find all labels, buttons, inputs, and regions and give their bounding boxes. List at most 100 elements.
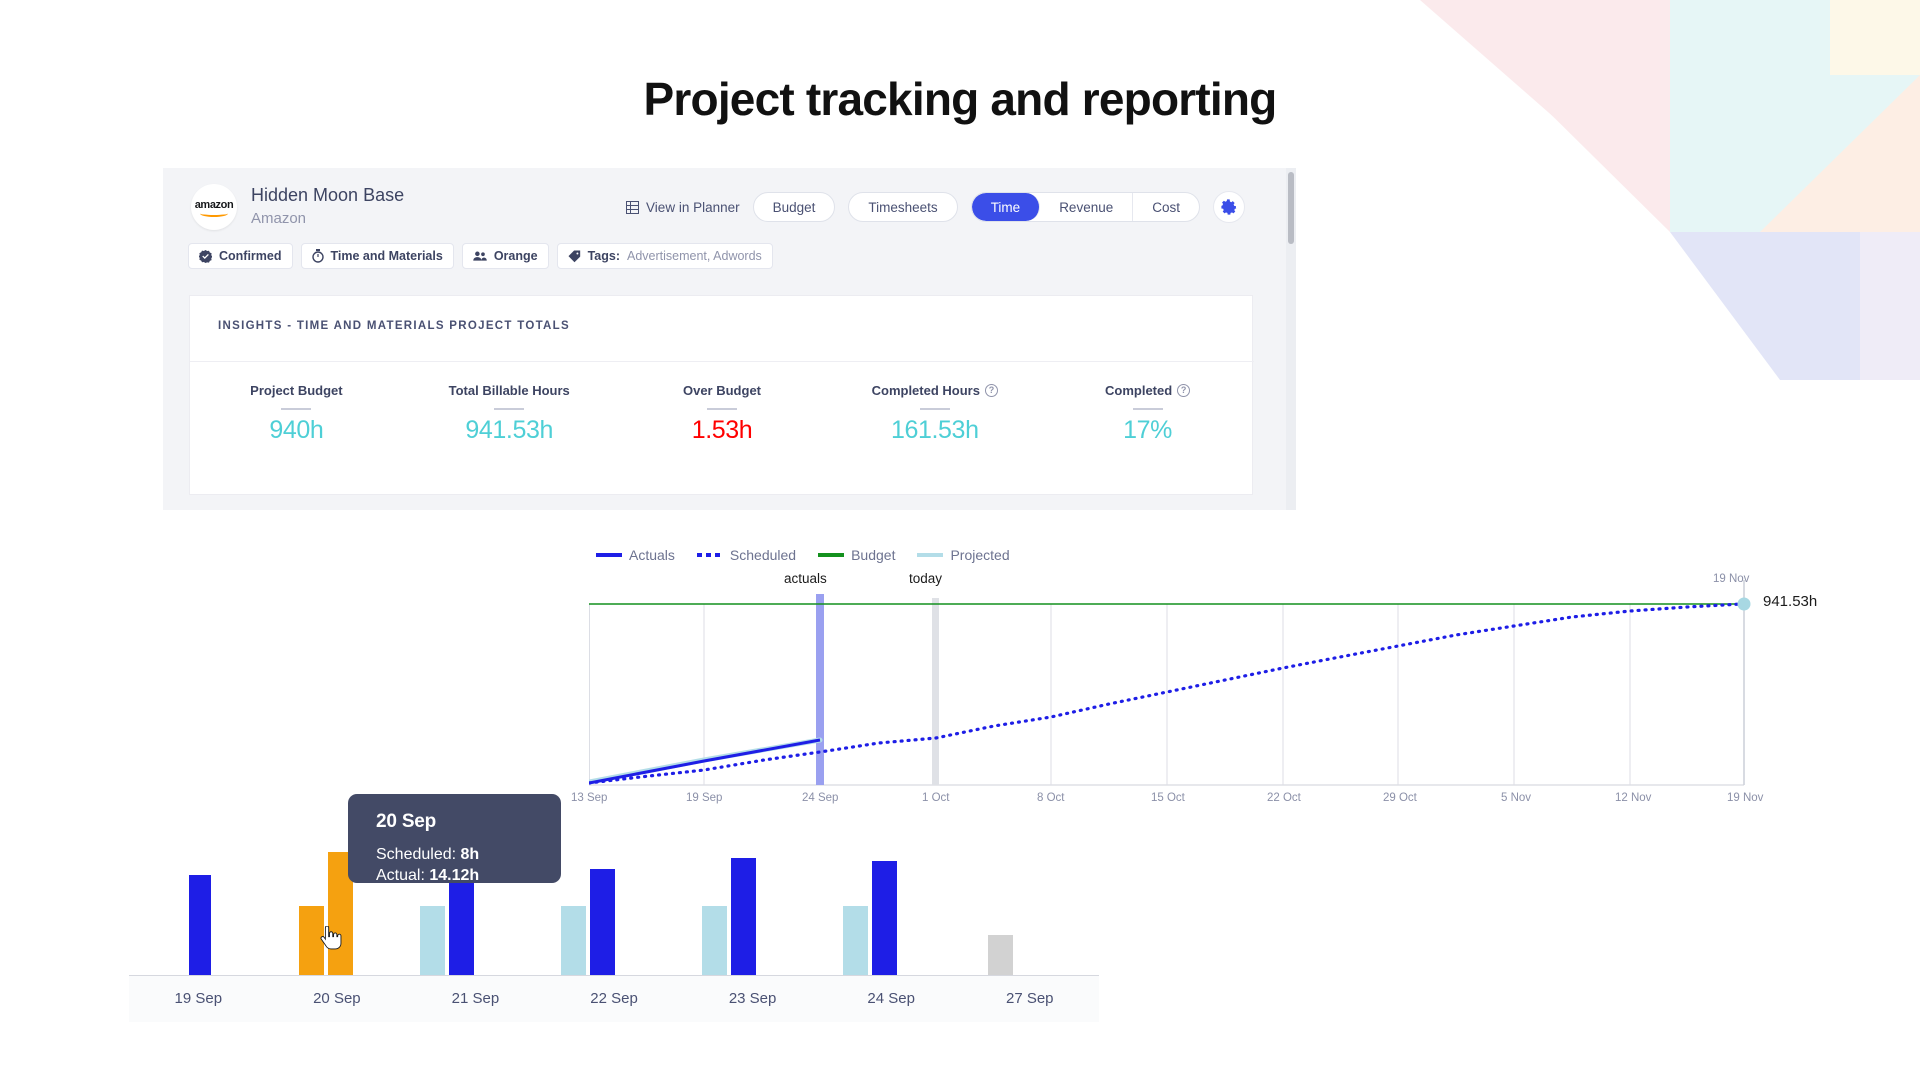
bar-actual-23-sep[interactable] <box>731 858 756 975</box>
metric-completed: Completed ? 17% <box>1041 382 1254 445</box>
burnup-tick-6: 22 Oct <box>1267 792 1301 804</box>
bar-actual-19-sep[interactable] <box>189 875 211 975</box>
insights-metrics-row: Project Budget 940h Total Billable Hours… <box>190 382 1254 445</box>
bar-category-labels: 19 Sep 20 Sep 21 Sep 22 Sep 23 Sep 24 Se… <box>129 976 1099 1022</box>
legend-label-projected: Projected <box>950 547 1010 563</box>
avatar: amazon <box>191 184 237 230</box>
burnup-tick-9: 12 Nov <box>1615 792 1652 804</box>
scrollbar-thumb[interactable] <box>1288 172 1294 244</box>
view-in-planner-label: View in Planner <box>646 199 740 215</box>
page-title: Project tracking and reporting <box>643 73 1278 125</box>
legend-label-actuals: Actuals <box>629 547 675 563</box>
metric-over-budget-label: Over Budget <box>682 383 761 398</box>
daily-hours-chart[interactable]: 19 Sep 20 Sep 21 Sep 22 Sep 23 Sep 24 Se… <box>129 700 1099 1022</box>
legend-swatch-actuals <box>596 553 622 557</box>
burnup-tick-10: 19 Nov <box>1727 792 1764 804</box>
burnup-tick-8: 5 Nov <box>1501 792 1532 804</box>
insights-panel-title: INSIGHTS - TIME AND MATERIALS PROJECT TO… <box>218 320 570 332</box>
help-icon[interactable]: ? <box>984 384 998 397</box>
view-in-planner-link[interactable]: View in Planner <box>626 200 740 215</box>
check-badge-icon <box>199 249 212 263</box>
metric-project-budget-value: 940h <box>269 416 324 444</box>
chip-time-and-materials[interactable]: Time and Materials <box>300 243 454 269</box>
bar-scheduled-22-sep[interactable] <box>561 906 586 975</box>
chip-tags-value: Advertisement, Adwords <box>627 249 762 263</box>
tooltip-scheduled-label: Scheduled: <box>376 846 457 863</box>
client-name: Amazon <box>251 210 307 227</box>
chip-confirmed[interactable]: Confirmed <box>188 243 293 269</box>
chip-tags[interactable]: Tags: Advertisement, Adwords <box>556 243 773 269</box>
metric-segmented-control: Time Revenue Cost <box>970 192 1200 222</box>
metric-project-budget-label: Project Budget <box>250 383 343 398</box>
burnup-end-value-label: 941.53h <box>1763 593 1818 610</box>
tooltip-actual-label: Actual: <box>376 867 425 884</box>
bar-future-27-sep[interactable] <box>988 935 1013 975</box>
tooltip-scheduled-value: 8h <box>460 846 480 863</box>
legend-label-budget: Budget <box>851 547 896 563</box>
people-icon <box>473 251 487 261</box>
metric-total-billable-hours-value: 941.53h <box>465 416 553 444</box>
card-toolbar: View in Planner Budget Timesheets Time R… <box>626 186 1245 228</box>
tooltip-actual-value: 14.12h <box>429 867 480 884</box>
bar-label-19-sep: 19 Sep <box>174 990 223 1007</box>
bar-label-24-sep: 24 Sep <box>867 990 915 1007</box>
project-chip-row: Confirmed Time and Materials Orange Tags… <box>188 243 773 269</box>
burnup-end-tick-label: 19 Nov <box>1713 573 1750 585</box>
segment-revenue[interactable]: Revenue <box>1040 193 1134 221</box>
insights-divider <box>190 361 1254 362</box>
card-header: amazon Hidden Moon Base Amazon View in P… <box>163 168 1273 250</box>
bar-tooltip: 20 Sep Scheduled: 8h Actual: 14.12h <box>348 794 561 885</box>
tooltip-date: 20 Sep <box>376 811 437 832</box>
legend-swatch-scheduled <box>696 553 723 557</box>
legend-item-budget: Budget <box>818 547 895 563</box>
metric-completed-hours: Completed Hours ? 161.53h <box>828 382 1041 445</box>
gear-icon <box>1220 198 1237 215</box>
chip-time-and-materials-label: Time and Materials <box>330 249 443 263</box>
bar-label-21-sep: 21 Sep <box>451 990 500 1007</box>
burnup-tick-7: 29 Oct <box>1383 792 1417 804</box>
chip-team-orange[interactable]: Orange <box>461 243 549 269</box>
stopwatch-icon <box>311 249 324 263</box>
chip-team-orange-label: Orange <box>493 249 538 263</box>
metric-over-budget-value: 1.53h <box>691 416 753 444</box>
burnup-chart-legend: Actuals Scheduled Budget Projected <box>596 547 1010 563</box>
segment-time[interactable]: Time <box>971 193 1041 221</box>
segment-cost[interactable]: Cost <box>1133 193 1199 221</box>
bar-scheduled-21-sep[interactable] <box>420 906 445 975</box>
metric-rule <box>706 408 737 410</box>
tooltip-actual-row: Actual: 14.12h <box>376 867 561 885</box>
amazon-swoosh-icon <box>200 210 228 217</box>
legend-swatch-budget <box>818 553 845 557</box>
help-icon[interactable]: ? <box>1177 384 1191 397</box>
metric-completed-hours-value: 161.53h <box>891 416 979 444</box>
metric-over-budget: Over Budget 1.53h <box>616 382 829 445</box>
metric-rule <box>919 408 950 410</box>
tooltip-scheduled-row: Scheduled: 8h <box>376 846 561 864</box>
metric-rule <box>494 408 525 410</box>
burnup-tick-5: 15 Oct <box>1151 792 1185 804</box>
metric-total-billable-hours: Total Billable Hours 941.53h <box>403 382 616 445</box>
vertical-scrollbar[interactable] <box>1286 168 1296 510</box>
project-name: Hidden Moon Base <box>251 185 405 205</box>
bar-label-22-sep: 22 Sep <box>590 990 638 1007</box>
metric-rule <box>281 408 312 410</box>
metric-total-billable-hours-label: Total Billable Hours <box>448 383 570 398</box>
tag-icon <box>568 249 580 262</box>
settings-button[interactable] <box>1213 191 1245 223</box>
bar-actual-21-sep[interactable] <box>449 880 474 975</box>
bar-scheduled-23-sep[interactable] <box>702 906 727 975</box>
insights-panel: INSIGHTS - TIME AND MATERIALS PROJECT TO… <box>189 295 1254 495</box>
metric-project-budget: Project Budget 940h <box>190 382 403 445</box>
legend-item-projected: Projected <box>917 547 1010 563</box>
bar-label-23-sep: 23 Sep <box>728 990 777 1007</box>
metric-rule <box>1132 408 1163 410</box>
bar-actual-24-sep[interactable] <box>872 861 897 975</box>
bar-scheduled-24-sep[interactable] <box>843 906 868 975</box>
legend-swatch-projected <box>917 553 944 557</box>
metric-completed-hours-label: Completed Hours <box>871 383 980 398</box>
bar-plot-area <box>129 700 1099 975</box>
timesheets-button[interactable]: Timesheets <box>848 192 958 222</box>
budget-button[interactable]: Budget <box>752 192 836 222</box>
metric-completed-value: 17% <box>1123 416 1172 444</box>
bar-actual-22-sep[interactable] <box>590 869 615 975</box>
